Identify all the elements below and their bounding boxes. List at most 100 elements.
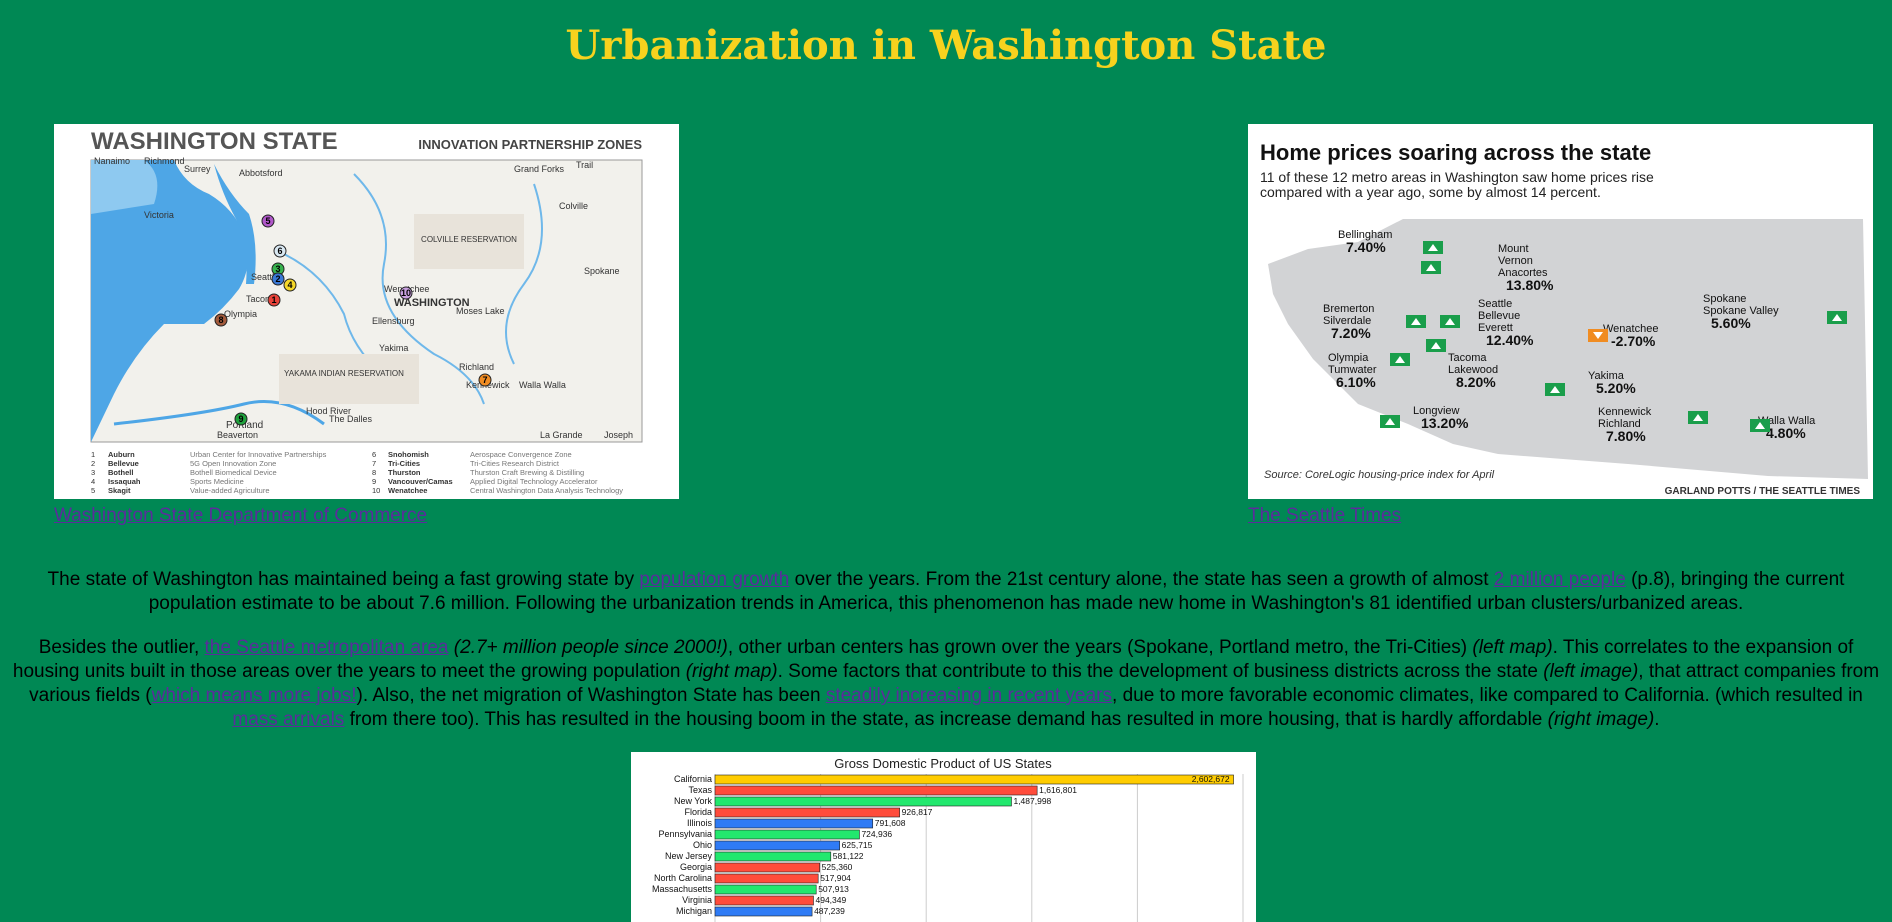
legend-row: 3 Bothell Bothell Biomedical Device	[91, 468, 277, 477]
value-label: 517,904	[820, 873, 851, 883]
svg-text:Bremerton: Bremerton	[1323, 303, 1374, 315]
bar	[714, 785, 1038, 796]
svg-text:Spokane: Spokane	[1703, 293, 1746, 305]
svg-text:5G Open Innovation Zone: 5G Open Innovation Zone	[190, 459, 276, 468]
svg-text:4.80%: 4.80%	[1766, 425, 1806, 441]
two-million-people-link[interactable]: 2 million people	[1494, 569, 1626, 590]
value-label: 487,239	[814, 906, 845, 916]
legend-row: 7 Tri-Cities Tri-Cities Research District	[372, 459, 560, 468]
price-up-icon	[1426, 339, 1446, 352]
zone-marker-4[interactable]: 4	[283, 278, 297, 292]
label-ellensburg: Ellensburg	[372, 316, 415, 326]
zone-marker-2[interactable]: 2	[271, 272, 285, 286]
svg-text:2: 2	[275, 274, 280, 284]
zone-marker-6[interactable]: 6	[273, 244, 287, 258]
category-label: Michigan	[676, 906, 712, 916]
svg-text:6.10%: 6.10%	[1336, 374, 1376, 390]
price-up-icon	[1827, 311, 1847, 324]
svg-text:Value-added Agriculture: Value-added Agriculture	[190, 486, 270, 495]
svg-text:1: 1	[271, 295, 276, 305]
svg-text:Applied Digital Technology Acc: Applied Digital Technology Accelerator	[470, 477, 598, 486]
bar	[714, 829, 860, 840]
label-nanaimo: Nanaimo	[94, 156, 130, 166]
bar	[714, 873, 819, 884]
svg-text:6: 6	[277, 246, 282, 256]
svg-text:7.80%: 7.80%	[1606, 428, 1646, 444]
price-up-icon	[1423, 241, 1443, 254]
label-spokane: Spokane	[584, 266, 620, 276]
label-the-dalles: The Dalles	[329, 414, 373, 424]
bar	[714, 895, 814, 906]
svg-text:5: 5	[265, 216, 270, 226]
page-title: Urbanization in Washington State	[565, 22, 1327, 69]
population-growth-link[interactable]: population growth	[639, 569, 789, 590]
mass-arrivals-link[interactable]: mass arrivals	[232, 709, 344, 730]
value-label: 724,936	[861, 829, 892, 839]
svg-text:7: 7	[482, 375, 487, 385]
category-label: Pennsylvania	[658, 829, 712, 839]
more-jobs-link[interactable]: which means more jobs!	[152, 685, 357, 706]
zone-marker-10[interactable]: 10	[399, 286, 413, 300]
svg-text:Vernon: Vernon	[1498, 255, 1533, 267]
svg-text:Olympia: Olympia	[1328, 352, 1369, 364]
svg-text:Bothell Biomedical Device: Bothell Biomedical Device	[190, 468, 277, 477]
bar	[714, 807, 900, 818]
label-colville: Colville	[559, 201, 588, 211]
svg-text:13.80%: 13.80%	[1506, 277, 1554, 293]
svg-text:8: 8	[372, 468, 376, 477]
svg-text:7: 7	[372, 459, 376, 468]
infographic-credit: GARLAND POTTS / THE SEATTLE TIMES	[1665, 486, 1861, 497]
category-label: New Jersey	[665, 851, 713, 861]
category-label: North Carolina	[654, 873, 712, 883]
svg-text:9: 9	[238, 414, 243, 424]
seattle-metro-link[interactable]: the Seattle metropolitan area	[205, 637, 449, 658]
svg-text:Sports Medicine: Sports Medicine	[190, 477, 244, 486]
commerce-dept-link[interactable]: Washington State Department of Commerce	[54, 505, 427, 527]
legend-row: 9 Vancouver/Camas Applied Digital Technolo…	[372, 477, 598, 486]
svg-text:8.20%: 8.20%	[1456, 374, 1496, 390]
svg-text:12.40%: 12.40%	[1486, 332, 1534, 348]
seattle-times-link[interactable]: The Seattle Times	[1248, 505, 1401, 527]
category-label: Virginia	[682, 895, 712, 905]
infographic-subheading-2: compared with a year ago, some by almost…	[1260, 184, 1601, 200]
label-olympia: Olympia	[224, 309, 257, 319]
gdp-bar-chart: Gross Domestic Product of US States Cali…	[631, 752, 1256, 922]
label-abbotsford: Abbotsford	[239, 168, 283, 178]
home-prices-infographic-image: Home prices soaring across the state 11 …	[1248, 124, 1873, 499]
svg-text:Thurston: Thurston	[388, 468, 421, 477]
legend-row: 5 Skagit Value-added Agriculture	[91, 486, 270, 495]
category-label: New York	[674, 796, 713, 806]
zone-marker-9[interactable]: 9	[234, 412, 248, 426]
zone-marker-1[interactable]: 1	[267, 293, 281, 307]
svg-text:Mount: Mount	[1498, 243, 1529, 255]
svg-text:Seattle: Seattle	[1478, 298, 1512, 310]
category-label: Georgia	[680, 862, 712, 872]
price-up-icon	[1406, 315, 1426, 328]
svg-text:Thurston Craft Brewing & Disti: Thurston Craft Brewing & Distilling	[470, 468, 584, 477]
svg-text:7.40%: 7.40%	[1346, 239, 1386, 255]
price-up-icon	[1390, 353, 1410, 366]
bar	[714, 774, 1234, 785]
zone-marker-5[interactable]: 5	[261, 214, 275, 228]
svg-text:Snohomish: Snohomish	[388, 450, 429, 459]
svg-text:Central Washington Data Analys: Central Washington Data Analysis Technol…	[470, 486, 623, 495]
label-la-grande: La Grande	[540, 430, 583, 440]
label-surrey: Surrey	[184, 164, 211, 174]
zone-marker-8[interactable]: 8	[214, 313, 228, 327]
label-colville-res: COLVILLE RESERVATION	[421, 235, 517, 244]
svg-text:5: 5	[91, 486, 95, 495]
net-migration-link[interactable]: steadily increasing in recent years	[826, 685, 1112, 706]
svg-text:Tri-Cities: Tri-Cities	[388, 459, 420, 468]
bar	[714, 862, 820, 873]
svg-text:Bothell: Bothell	[108, 468, 133, 477]
bar	[714, 840, 840, 851]
bar	[714, 906, 813, 917]
svg-text:1: 1	[91, 450, 95, 459]
value-label: 494,349	[815, 895, 846, 905]
svg-text:5.60%: 5.60%	[1711, 315, 1751, 331]
zone-marker-7[interactable]: 7	[478, 373, 492, 387]
value-label: 1,616,801	[1039, 785, 1077, 795]
label-victoria: Victoria	[144, 210, 174, 220]
label-grand-forks: Grand Forks	[514, 164, 565, 174]
svg-text:4: 4	[91, 477, 95, 486]
